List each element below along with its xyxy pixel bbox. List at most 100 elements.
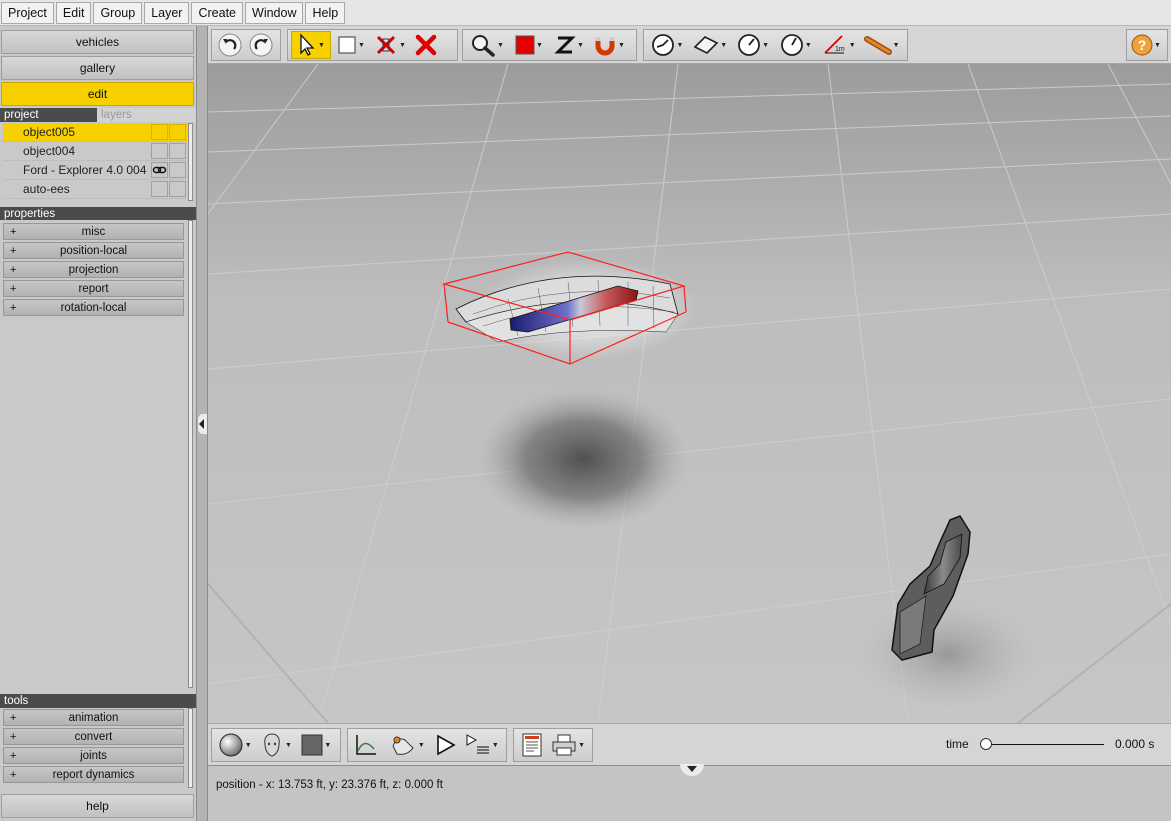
scene-canvas (208, 64, 1171, 723)
select-button[interactable]: ▼ (291, 31, 331, 59)
gray-square-icon (301, 734, 323, 756)
gauge-2-button[interactable]: ▼ (775, 31, 816, 59)
properties-scrollbar[interactable] (188, 220, 193, 688)
project-tab[interactable]: project layers (0, 108, 196, 122)
expand-icon: + (10, 302, 17, 314)
menu-layer[interactable]: Layer (144, 1, 190, 24)
tool-convert[interactable]: + convert (3, 728, 184, 745)
project-list-scrollbar[interactable] (188, 123, 193, 201)
top-toolbar: ▼ ▼ ▼ ▼ ▼ ▼ ▼ ▼ ▼ ▼ ▼ 1m ▼ ▼ ? ▼ (208, 26, 1171, 64)
box-select-icon (338, 36, 356, 54)
collapse-status-handle[interactable] (680, 764, 704, 776)
property-position-local[interactable]: + position-local (3, 242, 184, 259)
property-label: projection (68, 264, 119, 276)
undo-button[interactable] (215, 31, 244, 59)
object-row-auto-ees[interactable]: auto-ees (3, 180, 187, 199)
menu-window[interactable]: Window (245, 1, 304, 24)
gauge-2-icon (781, 34, 803, 56)
visibility-toggle[interactable] (151, 181, 168, 197)
zoom-icon (472, 35, 495, 57)
project-object-list: object005 object004 Ford - Explorer 4.0 … (1, 123, 194, 201)
help-toolbar-button[interactable]: ? ▼ (1130, 31, 1162, 59)
visibility-toggle[interactable] (151, 162, 168, 178)
output-group: ▼ (513, 728, 593, 762)
snap-button[interactable]: ▼ (590, 31, 628, 59)
lock-toggle[interactable] (169, 181, 186, 197)
expand-icon: + (10, 245, 17, 257)
lock-toggle[interactable] (169, 162, 186, 178)
project-tab-label: project (4, 109, 39, 121)
history-group (211, 29, 281, 61)
visibility-toggle[interactable] (151, 124, 168, 140)
report-button[interactable] (517, 731, 547, 759)
menu-edit[interactable]: Edit (55, 1, 92, 24)
property-misc[interactable]: + misc (3, 223, 184, 240)
measure-angle-button[interactable]: ▼ (647, 31, 688, 59)
menu-project[interactable]: Project (1, 1, 54, 24)
material-button[interactable]: ▼ (298, 731, 335, 759)
object-row-object004[interactable]: object004 (3, 142, 187, 161)
tape-measure-button[interactable]: ▼ (861, 31, 902, 59)
help-button[interactable]: help (1, 794, 194, 818)
visibility-toggle[interactable] (151, 143, 168, 159)
undo-icon (218, 33, 241, 57)
lock-toggle[interactable] (169, 143, 186, 159)
property-report[interactable]: + report (3, 280, 184, 297)
delete-icon (415, 34, 437, 56)
gauge-button[interactable]: ▼ (733, 31, 774, 59)
render-group: ▼ ▼ ▼ (211, 728, 341, 762)
tool-animation[interactable]: + animation (3, 709, 184, 726)
print-button[interactable]: ▼ (549, 731, 587, 759)
menu-create[interactable]: Create (191, 1, 244, 24)
gallery-button[interactable]: gallery (1, 56, 194, 80)
expand-icon: + (10, 731, 17, 743)
tool-label: joints (80, 750, 107, 762)
plane-button[interactable]: ▼ (690, 31, 731, 59)
tools-scrollbar[interactable] (188, 708, 193, 788)
camera-button[interactable]: ▼ (384, 731, 428, 759)
camera-icon (392, 736, 414, 755)
vehicles-button[interactable]: vehicles (1, 30, 194, 54)
object-row-ford-explorer[interactable]: Ford - Explorer 4.0 004 (3, 161, 187, 180)
panel-splitter[interactable] (196, 26, 208, 821)
time-slider-track[interactable] (986, 744, 1104, 745)
layers-tab[interactable]: layers (97, 108, 196, 122)
box-select-button[interactable]: ▼ (333, 31, 369, 59)
graph-button[interactable] (351, 731, 382, 759)
ruler-button[interactable]: 1m ▼ (818, 31, 859, 59)
object-row-object005[interactable]: object005 (3, 123, 187, 142)
dropdown-arrow-icon: ▼ (618, 41, 625, 49)
redo-button[interactable] (246, 31, 275, 59)
dropdown-arrow-icon: ▼ (285, 741, 292, 749)
properties-panel: + misc + position-local + projection + repor… (0, 220, 196, 692)
collapse-panel-handle[interactable] (198, 414, 207, 434)
zoom-button[interactable]: ▼ (466, 31, 508, 59)
chevron-left-icon (199, 419, 204, 429)
view-group: ▼ ▼ ▼ ▼ (462, 29, 637, 61)
lock-toggle[interactable] (169, 124, 186, 140)
object-name: object005 (23, 125, 76, 139)
print-icon (552, 734, 576, 756)
tool-joints[interactable]: + joints (3, 747, 184, 764)
play-button[interactable] (430, 731, 461, 759)
color-button[interactable]: ▼ (510, 31, 548, 59)
dropdown-arrow-icon: ▼ (578, 741, 586, 749)
dropdown-arrow-icon: ▼ (536, 41, 543, 49)
playlist-button[interactable]: ▼ (463, 731, 501, 759)
menu-group[interactable]: Group (93, 1, 143, 24)
hide-button[interactable]: ▼ (371, 31, 409, 59)
property-projection[interactable]: + projection (3, 261, 184, 278)
status-bar: position - x: 13.753 ft, y: 23.376 ft, z… (208, 764, 1171, 821)
measure-angle-icon (652, 34, 675, 56)
tool-report-dynamics[interactable]: + report dynamics (3, 766, 184, 783)
time-slider-handle[interactable] (980, 738, 992, 750)
delete-button[interactable] (411, 31, 441, 59)
edit-button[interactable]: edit (1, 82, 194, 106)
menu-help[interactable]: Help (305, 1, 346, 24)
head-view-button[interactable]: ▼ (256, 731, 295, 759)
render-sphere-button[interactable]: ▼ (215, 731, 254, 759)
3d-viewport[interactable] (208, 64, 1171, 723)
z-axis-button[interactable]: ▼ (550, 31, 588, 59)
tools-header: tools (0, 694, 196, 708)
property-rotation-local[interactable]: + rotation-local (3, 299, 184, 316)
